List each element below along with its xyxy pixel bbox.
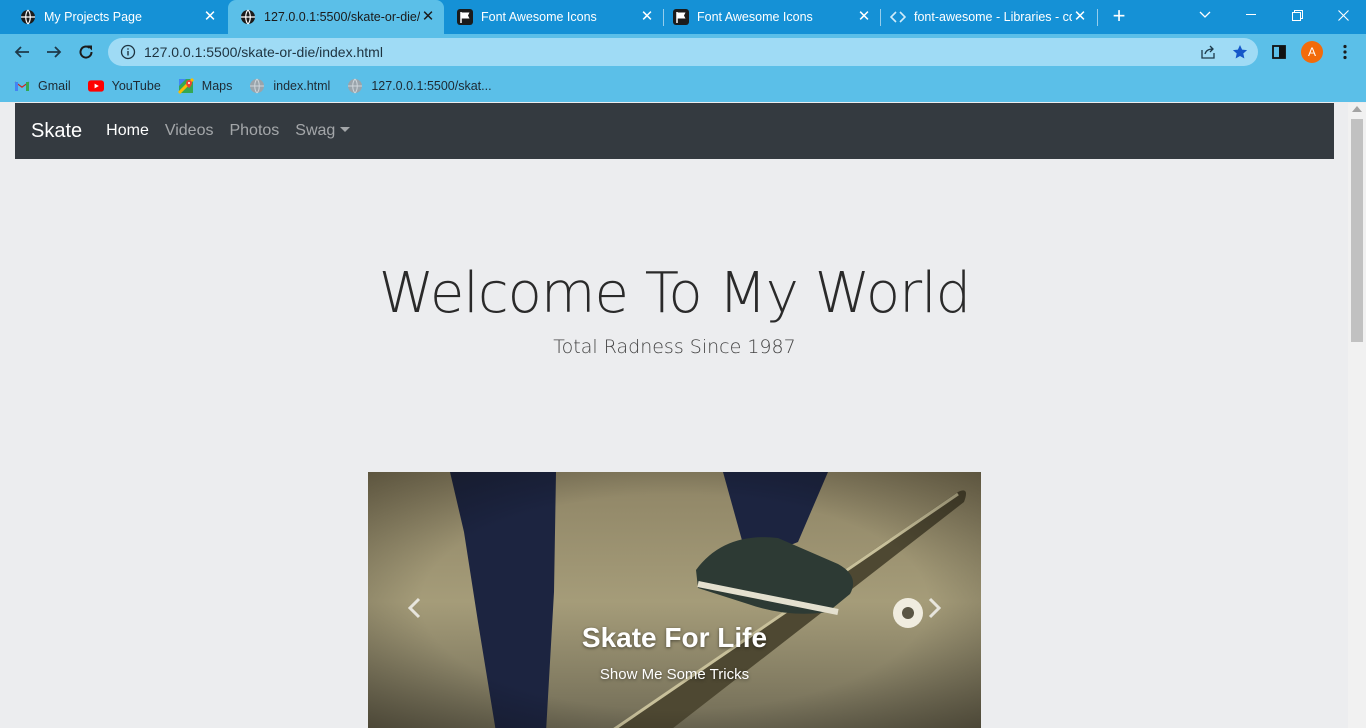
code-icon — [890, 9, 906, 25]
scroll-up-arrow-icon[interactable] — [1352, 106, 1362, 112]
share-button[interactable] — [1196, 40, 1220, 64]
tab-title: font-awesome - Libraries - cd — [914, 10, 1072, 24]
tab-font-awesome-1[interactable]: Font Awesome Icons ✕ — [445, 0, 663, 34]
globe-icon — [240, 9, 256, 25]
minimize-icon — [1246, 14, 1256, 15]
carousel-next-button[interactable] — [925, 596, 945, 620]
jumbotron-title: Welcome To My World — [378, 261, 971, 326]
bookmark-label: Maps — [201, 79, 233, 93]
tab-font-awesome-libraries[interactable]: font-awesome - Libraries - cd ✕ — [880, 0, 1096, 34]
menu-button[interactable] — [1333, 40, 1357, 64]
jumbotron-subtitle: Total Radness Since 1987 — [553, 336, 796, 358]
forward-button[interactable] — [40, 38, 68, 66]
reload-button[interactable] — [72, 38, 100, 66]
close-icon[interactable]: ✕ — [420, 9, 436, 25]
nav-link-swag-label: Swag — [295, 122, 336, 139]
globe-icon — [20, 9, 36, 25]
tab-title: 127.0.0.1:5500/skate-or-die/in — [264, 10, 420, 24]
flag-icon — [673, 9, 689, 25]
carousel-caption-title: Skate For Life — [581, 622, 768, 653]
nav-link-home[interactable]: Home — [106, 122, 149, 140]
new-tab-button[interactable]: + — [1108, 5, 1130, 27]
tab-search-button[interactable] — [1182, 0, 1228, 30]
reload-icon — [79, 45, 93, 59]
tab-font-awesome-2[interactable]: Font Awesome Icons ✕ — [663, 0, 880, 34]
carousel-prev-button[interactable] — [404, 596, 424, 620]
bookmark-localhost[interactable]: 127.0.0.1:5500/skat... — [347, 78, 492, 94]
tab-title: Font Awesome Icons — [481, 10, 597, 24]
tab-title: Font Awesome Icons — [697, 10, 813, 24]
youtube-icon — [87, 78, 104, 94]
browser-toolbar: 127.0.0.1:5500/skate-or-die/index.html — [0, 34, 1366, 70]
share-icon — [1201, 45, 1215, 59]
close-icon[interactable]: ✕ — [202, 9, 218, 25]
more-vert-icon — [1343, 44, 1347, 60]
tab-skate-or-die[interactable]: 127.0.0.1:5500/skate-or-die/in ✕ — [228, 0, 444, 34]
bookmark-label: Gmail — [38, 79, 71, 93]
carousel-slide-image — [368, 472, 981, 728]
gmail-icon — [14, 78, 30, 94]
flag-icon — [457, 9, 473, 25]
minimize-button[interactable] — [1228, 0, 1274, 30]
star-icon — [1232, 45, 1248, 59]
globe-icon — [249, 78, 265, 94]
back-button[interactable] — [8, 38, 36, 66]
restore-button[interactable] — [1274, 0, 1320, 30]
url-text: 127.0.0.1:5500/skate-or-die/index.html — [144, 44, 383, 60]
chevron-down-icon — [1199, 11, 1211, 18]
close-icon — [1337, 9, 1349, 21]
bookmarks-bar: Gmail YouTube Maps index.html 127.0.0.1:… — [0, 70, 1366, 102]
bookmark-label: YouTube — [111, 79, 161, 93]
bookmark-star-button[interactable] — [1228, 40, 1252, 64]
restore-icon — [1291, 9, 1303, 21]
maps-icon — [177, 78, 194, 94]
bookmark-label: index.html — [273, 79, 331, 93]
nav-link-photos[interactable]: Photos — [229, 122, 279, 140]
bookmark-index-html[interactable]: index.html — [249, 78, 330, 94]
arrow-right-icon — [47, 46, 62, 58]
side-panel-button[interactable] — [1267, 40, 1291, 64]
chevron-left-icon — [407, 597, 421, 619]
bookmark-maps[interactable]: Maps — [177, 78, 233, 94]
tab-title: My Projects Page — [44, 10, 142, 24]
arrow-left-icon — [14, 46, 29, 58]
globe-icon — [347, 78, 363, 94]
close-icon[interactable]: ✕ — [856, 9, 872, 25]
bookmark-gmail[interactable]: Gmail — [14, 78, 71, 94]
page-viewport: Skate Home Videos Photos Swag Welcome To… — [15, 103, 1334, 728]
profile-avatar[interactable]: A — [1301, 41, 1323, 63]
site-navbar: Skate Home Videos Photos Swag — [15, 103, 1334, 159]
side-panel-icon — [1272, 45, 1286, 59]
bookmark-youtube[interactable]: YouTube — [87, 78, 161, 94]
close-icon[interactable]: ✕ — [1072, 9, 1088, 25]
tab-separator — [1097, 9, 1098, 26]
carousel-caption-text: Show Me Some Tricks — [599, 666, 750, 683]
chevron-right-icon — [928, 597, 942, 619]
navbar-brand[interactable]: Skate — [31, 120, 82, 143]
caret-down-icon — [340, 127, 351, 132]
close-icon[interactable]: ✕ — [639, 9, 655, 25]
address-bar[interactable]: 127.0.0.1:5500/skate-or-die/index.html — [108, 38, 1258, 66]
tab-strip: My Projects Page ✕ 127.0.0.1:5500/skate-… — [0, 0, 1366, 34]
image-carousel: Skate For Life Show Me Some Tricks — [368, 472, 981, 728]
bookmark-label: 127.0.0.1:5500/skat... — [371, 79, 492, 93]
nav-link-videos[interactable]: Videos — [165, 122, 214, 140]
window-close-button[interactable] — [1320, 0, 1366, 30]
scrollbar-thumb[interactable] — [1351, 119, 1363, 342]
tab-my-projects[interactable]: My Projects Page ✕ — [0, 0, 226, 34]
nav-dropdown-swag[interactable]: Swag — [295, 122, 351, 140]
info-icon[interactable] — [120, 44, 136, 60]
